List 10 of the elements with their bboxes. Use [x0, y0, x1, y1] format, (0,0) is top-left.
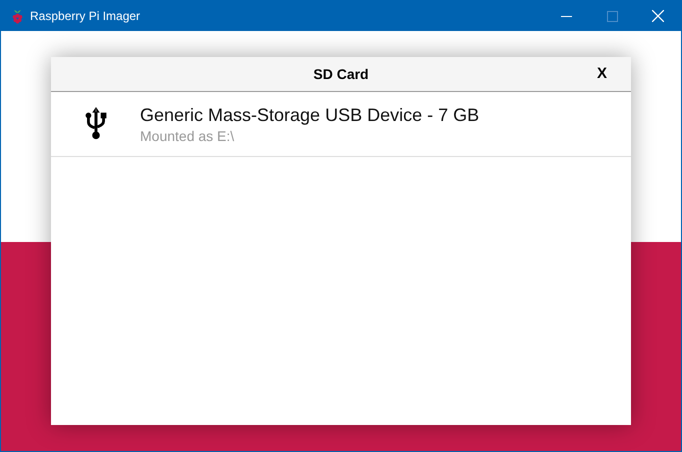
- device-mount-point: Mounted as E:\: [140, 128, 236, 144]
- dialog-title: SD Card: [313, 66, 369, 82]
- close-button[interactable]: X: [592, 65, 611, 82]
- usb-icon: [84, 107, 108, 141]
- device-item[interactable]: Generic Mass-Storage USB Device - 7 GB Mounted as E:\: [51, 92, 631, 157]
- close-icon: [652, 10, 664, 22]
- device-name: Generic Mass-Storage USB Device - 7 GB: [140, 104, 480, 126]
- window-title: Raspberry Pi Imager: [30, 9, 140, 23]
- raspberry-icon: [11, 8, 24, 24]
- maximize-icon: [606, 10, 618, 22]
